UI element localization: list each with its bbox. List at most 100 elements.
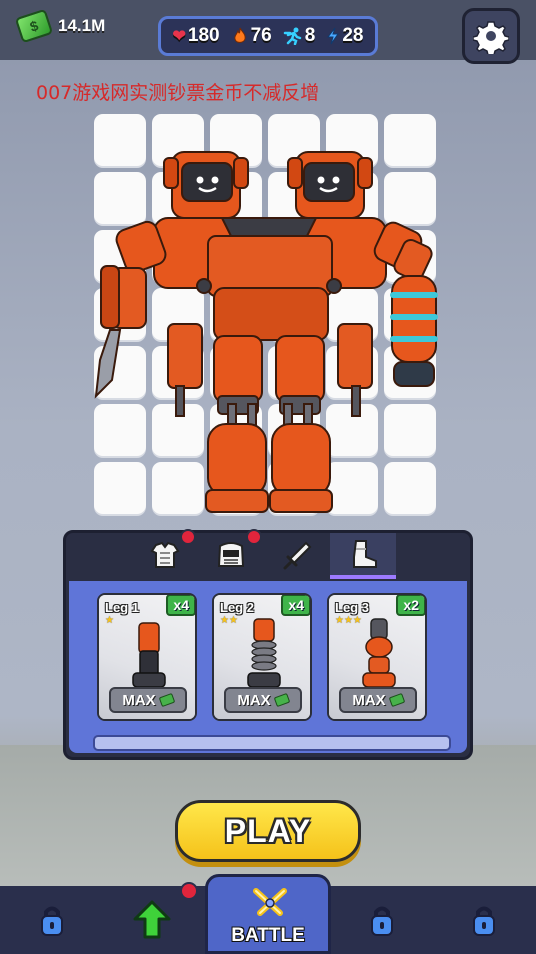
part-card-leg-2[interactable]: Leg 2 ★★ x4 MAX [212, 593, 312, 721]
watermark-text: 007游戏网实测钞票金币不减反增 [36, 82, 320, 104]
grid-cell[interactable] [210, 462, 262, 514]
grid-cell[interactable] [94, 114, 146, 166]
part-card-leg-3[interactable]: Leg 3 ★★★ x2 MAX [327, 593, 427, 721]
max-button-label: MAX [237, 691, 271, 709]
tab-head[interactable] [198, 529, 264, 579]
parts-panel: Leg 1 ★ x4 MAX Leg 2 ★★ x4 MAX Leg 3 ★★★… [63, 529, 473, 760]
max-button-label: MAX [352, 691, 386, 709]
grid-cell[interactable] [384, 114, 436, 166]
energy-icon [327, 27, 340, 45]
grid-cell[interactable] [94, 172, 146, 224]
card-title: Leg 3 [335, 600, 369, 615]
robot-build-grid [94, 114, 442, 520]
leg-part-image [247, 618, 281, 688]
stat-attack-value: 76 [250, 25, 272, 46]
grid-cell[interactable] [152, 230, 204, 282]
stat-health: ❤ 180 [173, 25, 220, 47]
tab-armor[interactable] [132, 529, 198, 579]
grid-cell[interactable] [152, 288, 204, 340]
grid-cell[interactable] [384, 172, 436, 224]
grid-cell[interactable] [268, 462, 320, 514]
nav-locked-3[interactable] [454, 890, 514, 950]
heart-icon: ❤ [172, 28, 186, 45]
inventory-scrollbar[interactable] [93, 735, 451, 751]
grid-cell[interactable] [152, 114, 204, 166]
parts-inventory: Leg 1 ★ x4 MAX Leg 2 ★★ x4 MAX Leg 3 ★★★… [69, 581, 467, 753]
part-count-badge: x4 [281, 595, 310, 616]
arrow-up-icon [133, 900, 171, 939]
grid-cell[interactable] [94, 404, 146, 456]
tab-weapon[interactable] [264, 533, 330, 579]
sword-icon [283, 541, 312, 570]
cash-amount: 14.1M [58, 16, 106, 35]
grid-cell[interactable] [268, 172, 320, 224]
stat-speed: 8 [283, 25, 315, 47]
cash-display: $ 14.1M [14, 8, 118, 44]
gear-icon [473, 21, 509, 54]
grid-cell[interactable] [384, 462, 436, 514]
settings-button[interactable] [462, 8, 520, 64]
nav-locked-1[interactable] [22, 890, 82, 950]
nav-upgrade[interactable] [122, 890, 182, 950]
max-button[interactable]: MAX [109, 687, 187, 713]
grid-cell[interactable] [152, 346, 204, 398]
notification-dot [246, 529, 262, 545]
max-button[interactable]: MAX [224, 687, 302, 713]
grid-cell[interactable] [210, 172, 262, 224]
grid-cell[interactable] [210, 288, 262, 340]
max-button[interactable]: MAX [339, 687, 417, 713]
parts-tabs [66, 529, 470, 581]
grid-cell[interactable] [326, 230, 378, 282]
grid-cell[interactable] [384, 404, 436, 456]
notification-dot [180, 529, 196, 545]
robot-stats-bar: ❤ 180 76 8 28 [158, 16, 378, 56]
cash-icon: $ [14, 8, 54, 44]
grid-cell[interactable] [268, 114, 320, 166]
tab-legs[interactable] [330, 533, 396, 579]
armor-icon [150, 541, 180, 568]
grid-cell[interactable] [384, 230, 436, 282]
cash-icon [158, 692, 175, 708]
grid-cell[interactable] [268, 346, 320, 398]
card-title: Leg 1 [105, 600, 139, 615]
nav-locked-2[interactable] [352, 890, 412, 950]
grid-cell[interactable] [268, 288, 320, 340]
cash-icon [273, 692, 290, 708]
grid-cell[interactable] [94, 230, 146, 282]
cash-icon [388, 692, 405, 708]
grid-cell[interactable] [384, 346, 436, 398]
stat-health-value: 180 [187, 25, 220, 46]
grid-cell[interactable] [268, 230, 320, 282]
star-rating: ★ [105, 615, 114, 626]
nav-battle[interactable]: BATTLE [205, 874, 331, 954]
grid-cell[interactable] [326, 404, 378, 456]
leg-part-image [132, 622, 166, 688]
grid-cell[interactable] [326, 462, 378, 514]
crossed-swords-icon [253, 888, 287, 916]
grid-cell[interactable] [326, 114, 378, 166]
grid-cell[interactable] [326, 172, 378, 224]
grid-cell[interactable] [94, 346, 146, 398]
grid-cell[interactable] [384, 288, 436, 340]
notification-dot [180, 882, 198, 900]
part-count-badge: x2 [396, 595, 425, 616]
grid-cell[interactable] [326, 288, 378, 340]
speed-icon [283, 27, 301, 45]
card-title: Leg 2 [220, 600, 254, 615]
grid-cell[interactable] [210, 230, 262, 282]
play-button[interactable]: PLAY [175, 800, 361, 862]
grid-cell[interactable] [210, 404, 262, 456]
star-rating: ★★★ [335, 615, 362, 626]
grid-cell[interactable] [94, 288, 146, 340]
grid-cell[interactable] [210, 114, 262, 166]
grid-cell[interactable] [152, 404, 204, 456]
grid-cell[interactable] [94, 462, 146, 514]
grid-cell[interactable] [152, 172, 204, 224]
grid-cell[interactable] [326, 346, 378, 398]
part-card-leg-1[interactable]: Leg 1 ★ x4 MAX [97, 593, 197, 721]
stat-energy: 28 [326, 25, 363, 47]
grid-cell[interactable] [268, 404, 320, 456]
lock-icon [371, 906, 393, 936]
grid-cell[interactable] [152, 462, 204, 514]
grid-cell[interactable] [210, 346, 262, 398]
